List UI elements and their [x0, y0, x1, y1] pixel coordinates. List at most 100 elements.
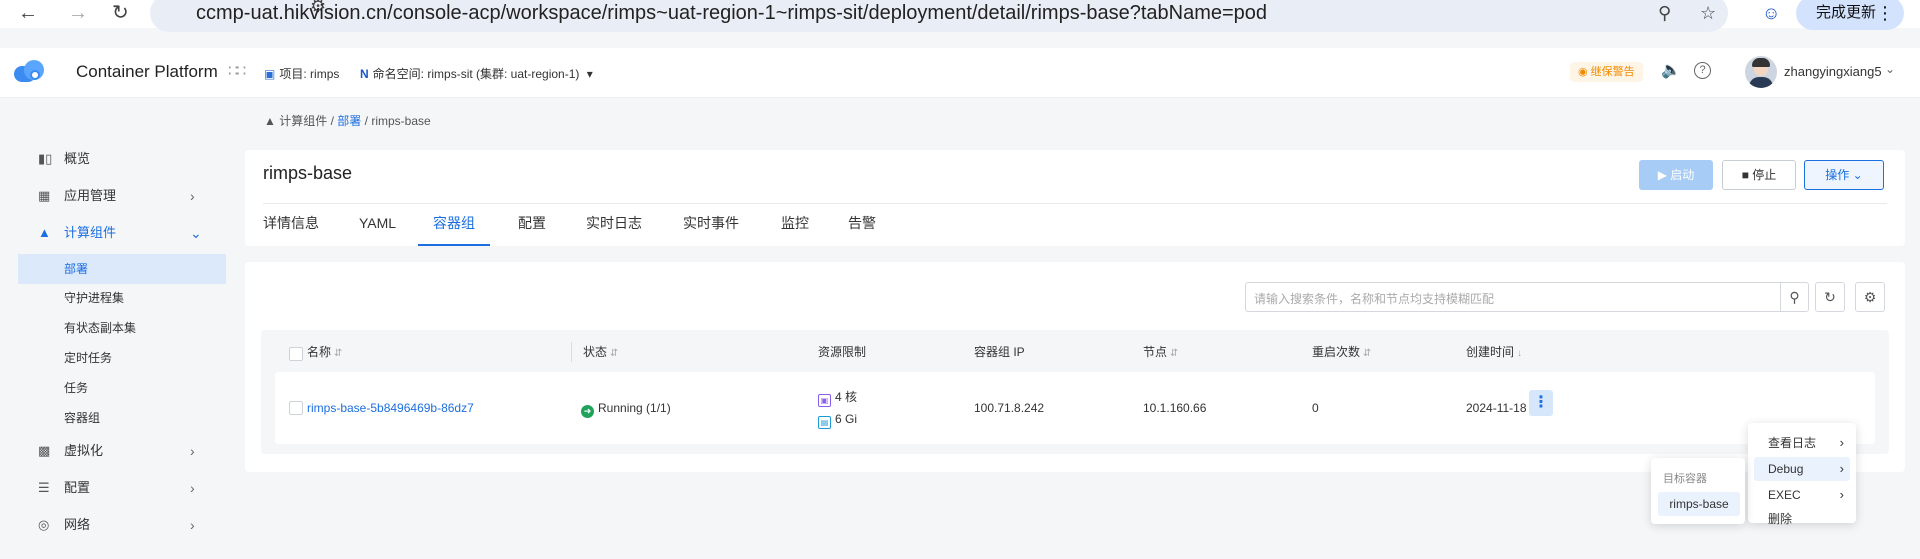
status-text: Running (1/1): [598, 401, 671, 415]
warning-badge-label: 继保警告: [1590, 66, 1635, 78]
sidebar-item-app-management[interactable]: ▦ 应用管理 ›: [18, 181, 226, 211]
breadcrumb-current: rimps-base: [371, 114, 431, 128]
tab-monitoring[interactable]: 监控: [781, 210, 809, 246]
bookmark-star-icon[interactable]: ☆: [1700, 2, 1716, 24]
tab-config[interactable]: 配置: [518, 210, 546, 246]
column-header-resources: 资源限制: [818, 345, 867, 359]
avatar[interactable]: [1745, 56, 1777, 88]
search-input[interactable]: 请输入搜索条件，名称和节点均支持模糊匹配 ⚲: [1245, 282, 1809, 312]
stop-button-label: 停止: [1752, 168, 1777, 182]
app-grid-icon[interactable]: ∷∷: [228, 61, 246, 81]
warning-icon: ◉: [1578, 66, 1588, 78]
select-all-checkbox[interactable]: [289, 347, 303, 361]
sort-icon: ⇵: [334, 348, 343, 359]
chevron-right-icon: ›: [1839, 461, 1844, 476]
search-icon[interactable]: ⚲: [1780, 283, 1808, 311]
caret-down-icon: ▾: [586, 67, 593, 81]
stop-button[interactable]: ■ 停止: [1722, 160, 1796, 190]
column-header-created[interactable]: 创建时间 ↓: [1466, 340, 1522, 364]
sliders-icon: ☰: [38, 480, 50, 495]
submenu-title: 目标容器: [1663, 473, 1707, 485]
sidebar-subitem-job[interactable]: 任务: [18, 373, 226, 403]
sidebar-subitem-cronjob[interactable]: 定时任务: [18, 343, 226, 373]
search-placeholder: 请输入搜索条件，名称和节点均支持模糊匹配: [1254, 292, 1495, 306]
sidebar-item-virtualization[interactable]: ▩ 虚拟化 ›: [18, 436, 226, 466]
sidebar-item-config[interactable]: ☰ 配置 ›: [18, 473, 226, 503]
profile-icon[interactable]: ☺: [1762, 2, 1780, 24]
username[interactable]: zhangyingxiang5: [1784, 64, 1882, 79]
sidebar-subitem-deployment[interactable]: 部署: [18, 254, 226, 284]
debug-submenu: 目标容器 rimps-base: [1651, 458, 1745, 524]
sort-icon: ⇵: [1363, 348, 1372, 359]
breadcrumb-sep: /: [364, 114, 368, 128]
forward-arrow-icon[interactable]: →: [68, 2, 88, 24]
pods-card: 请输入搜索条件，名称和节点均支持模糊匹配 ⚲ ↻ ⚙ 名称 ⇵ 状态 ⇵ 资源限制 …: [245, 262, 1905, 472]
tab-yaml[interactable]: YAML: [359, 210, 396, 246]
column-header-restarts[interactable]: 重启次数 ⇵: [1312, 340, 1371, 364]
column-header-pod-ip: 容器组 IP: [974, 345, 1025, 359]
menu-item-exec[interactable]: EXEC ›: [1754, 483, 1850, 507]
restart-count: 0: [1312, 401, 1319, 415]
sidebar-item-overview[interactable]: ▮▯ 概览: [18, 144, 226, 174]
breadcrumb-root[interactable]: 计算组件: [279, 114, 327, 128]
table-row: rimps-base-5b8496469b-86dz7 ➜ Running (1/…: [275, 372, 1875, 444]
zoom-icon[interactable]: ⚲: [1658, 2, 1671, 24]
app-header: Container Platform ∷∷ ▣ 项目: rimps N 命名空间: …: [0, 48, 1920, 98]
project-icon: ▣: [264, 67, 276, 81]
refresh-button[interactable]: ↻: [1815, 282, 1845, 312]
speaker-icon[interactable]: 🔈: [1661, 60, 1681, 80]
tab-live-logs[interactable]: 实时日志: [586, 210, 642, 246]
pods-table: 名称 ⇵ 状态 ⇵ 资源限制 容器组 IP 节点 ⇵ 重启次数 ⇵ 创建时间 ↓ rimp…: [261, 330, 1889, 454]
column-header-node[interactable]: 节点 ⇵: [1143, 340, 1178, 364]
operations-button[interactable]: 操作 ⌄: [1804, 160, 1884, 190]
chevron-down-icon: ⌄: [1852, 168, 1863, 182]
reload-icon[interactable]: ↻: [112, 2, 129, 24]
globe-icon: ◎: [38, 517, 50, 532]
memory-icon: ▤: [818, 416, 831, 429]
sidebar-subitem-statefulset[interactable]: 有状态副本集: [18, 313, 226, 343]
tabs-divider: [263, 203, 1887, 204]
container-option[interactable]: rimps-base: [1658, 492, 1740, 516]
chevron-right-icon: ›: [1839, 435, 1844, 450]
browser-toolbar: ← → ↻ ⚙ ccmp-uat.hikvision.cn/console-ac…: [0, 0, 1920, 32]
chevron-down-icon[interactable]: ⌄: [1885, 62, 1895, 76]
row-actions-button[interactable]: ⋮: [1529, 390, 1553, 416]
column-divider: [571, 342, 572, 362]
tab-pods[interactable]: 容器组: [418, 210, 490, 246]
help-icon[interactable]: ?: [1694, 62, 1711, 79]
project-label: 项目:: [279, 67, 307, 81]
breadcrumb-section[interactable]: 部署: [337, 114, 361, 128]
update-button[interactable]: 完成更新 ⋮: [1796, 0, 1904, 30]
menu-item-view-logs[interactable]: 查看日志 ›: [1754, 431, 1850, 455]
warning-badge[interactable]: ◉ 继保警告: [1570, 62, 1643, 82]
sidebar-subitem-pod[interactable]: 容器组: [18, 403, 226, 433]
tab-alerts[interactable]: 告警: [848, 210, 876, 246]
pod-name-link[interactable]: rimps-base-5b8496469b-86dz7: [307, 401, 474, 415]
project-value: rimps: [310, 67, 340, 81]
chevron-right-icon: ›: [190, 480, 195, 496]
start-button[interactable]: ▶ 启动: [1639, 160, 1713, 190]
detail-header-card: rimps-base ▶ 启动 ■ 停止 操作 ⌄ 详情信息 YAML 容器组 …: [245, 150, 1905, 246]
sidebar-item-network[interactable]: ◎ 网络 ›: [18, 510, 226, 540]
sidebar-item-compute[interactable]: ▲ 计算组件 ⌄: [18, 218, 226, 248]
start-button-label: 启动: [1670, 168, 1695, 182]
namespace-selector[interactable]: N 命名空间: rimps-sit (集群: uat-region-1) ▾: [360, 65, 593, 82]
menu-item-debug[interactable]: Debug ›: [1754, 457, 1850, 481]
url-text[interactable]: ccmp-uat.hikvision.cn/console-acp/worksp…: [196, 1, 1267, 25]
menu-item-delete[interactable]: 删除: [1754, 509, 1850, 529]
chart-icon: ▮▯: [38, 151, 53, 166]
row-checkbox[interactable]: [289, 401, 303, 415]
chevron-right-icon: ›: [190, 443, 195, 459]
back-arrow-icon[interactable]: ←: [18, 2, 38, 24]
sidebar: ▮▯ 概览 ▦ 应用管理 › ▲ 计算组件 ⌄ 部署 守护进程集 有状态副本集 …: [0, 99, 228, 559]
project-selector[interactable]: ▣ 项目: rimps: [264, 65, 339, 82]
sort-icon: ⇵: [1170, 348, 1179, 359]
settings-button[interactable]: ⚙: [1855, 282, 1885, 312]
tab-live-events[interactable]: 实时事件: [683, 210, 739, 246]
sidebar-subitem-daemonset[interactable]: 守护进程集: [18, 283, 226, 313]
tab-details[interactable]: 详情信息: [263, 210, 319, 246]
sidebar-item-label: 网络: [64, 517, 91, 532]
column-header-status[interactable]: 状态 ⇵: [583, 340, 618, 364]
stop-icon: ■: [1741, 168, 1749, 182]
column-header-name[interactable]: 名称 ⇵: [307, 340, 342, 364]
